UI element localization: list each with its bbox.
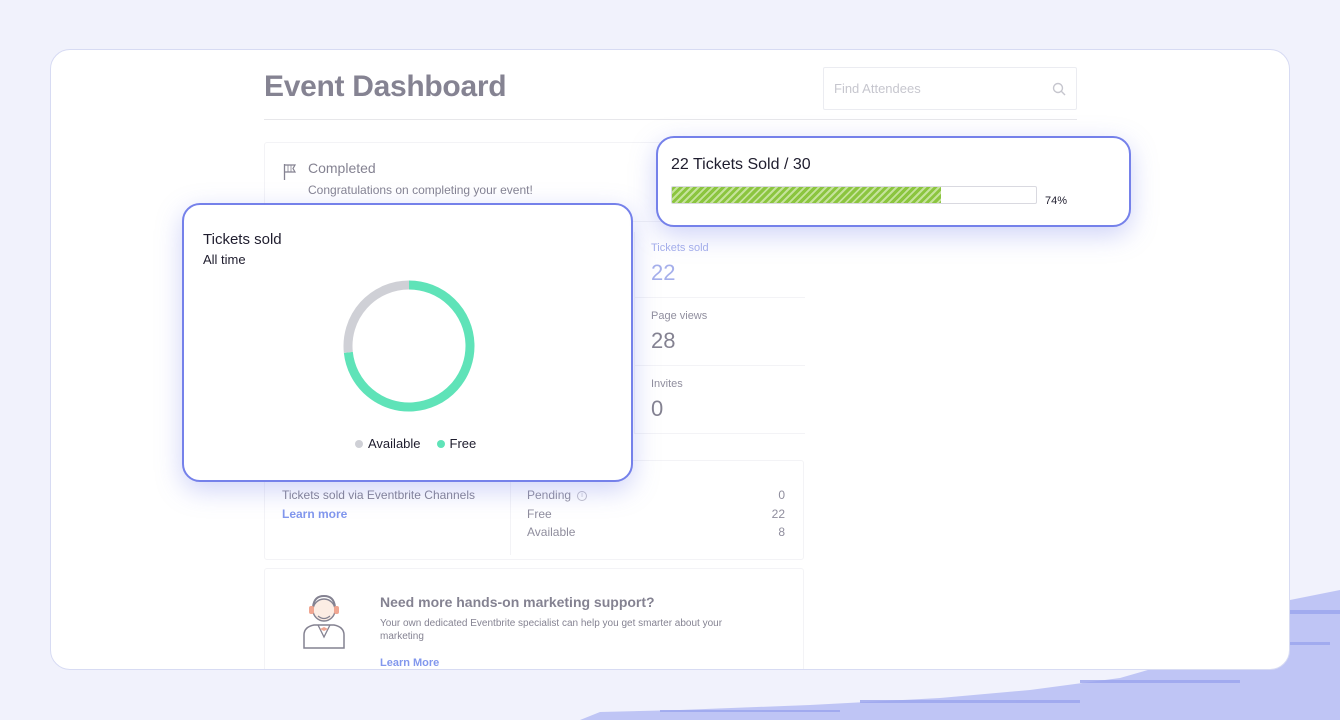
progress-bar-fill (672, 187, 942, 203)
progress-percent: 74% (1045, 195, 1068, 207)
info-icon[interactable]: i (577, 490, 588, 501)
stat-label: Page views (651, 310, 708, 322)
row-label: Available (527, 525, 576, 539)
stat-value: 28 (651, 328, 676, 353)
stat-label: Invites (651, 378, 683, 390)
stat-value: 0 (651, 396, 664, 421)
marketing-title: Need more hands-on marketing support? (380, 594, 655, 610)
legend-label: Available (368, 436, 421, 451)
progress-title: 22 Tickets Sold / 30 (671, 156, 811, 173)
row-value: 22 (771, 507, 785, 521)
row-value: 0 (778, 488, 785, 502)
status-message: Congratulations on completing your event… (308, 183, 533, 197)
channel-label: Tickets sold via Eventbrite Channels (282, 488, 475, 502)
flag-icon (283, 164, 297, 180)
stat-page-views: Page views 28 (651, 310, 707, 354)
tickets-sold-chart-card: Tickets sold All time Available Free (182, 203, 633, 482)
chart-subtitle: All time (203, 252, 246, 267)
stats-panel: Tickets sold 22 Page views 28 Invites 0 (634, 232, 805, 434)
marketing-learn-more-link[interactable]: Learn More (380, 657, 439, 669)
search-icon[interactable] (1052, 82, 1066, 96)
status-title: Completed (308, 160, 376, 176)
sales-row-available: Available 8 (527, 525, 785, 539)
page-title: Event Dashboard (264, 70, 507, 103)
sales-row-pending: Pending i 0 (527, 488, 785, 502)
stat-label: Tickets sold (651, 242, 709, 254)
stat-divider (635, 433, 805, 434)
tickets-donut-chart (343, 280, 475, 412)
chart-legend: Available Free (355, 436, 476, 451)
chart-title: Tickets sold (203, 231, 282, 248)
sales-row-free: Free 22 (527, 507, 785, 521)
learn-more-link[interactable]: Learn more (282, 507, 347, 521)
marketing-support-card: Need more hands-on marketing support? Yo… (264, 568, 804, 669)
marketing-description: Your own dedicated Eventbrite specialist… (380, 618, 723, 642)
stat-divider (635, 365, 805, 366)
row-label: Free (527, 507, 552, 521)
search-input[interactable] (824, 68, 1024, 109)
header-divider (264, 119, 1077, 120)
legend-item-free: Free (436, 436, 477, 451)
row-label: Pending (527, 488, 572, 502)
stat-tickets-sold[interactable]: Tickets sold 22 (651, 242, 709, 286)
stat-divider (635, 297, 805, 298)
support-agent-illustration (303, 594, 345, 649)
progress-bar (671, 186, 1037, 204)
legend-swatch (355, 439, 363, 448)
stat-value: 22 (651, 260, 676, 285)
find-attendees-search[interactable] (823, 67, 1077, 110)
donut-slice-available (343, 280, 410, 353)
stat-invites: Invites 0 (651, 378, 683, 422)
tickets-progress-card: 22 Tickets Sold / 30 74% (656, 136, 1131, 227)
legend-label: Free (449, 436, 477, 451)
legend-swatch (436, 439, 445, 448)
legend-item-available: Available (355, 436, 421, 451)
row-value: 8 (778, 525, 785, 539)
column-divider (510, 475, 511, 555)
